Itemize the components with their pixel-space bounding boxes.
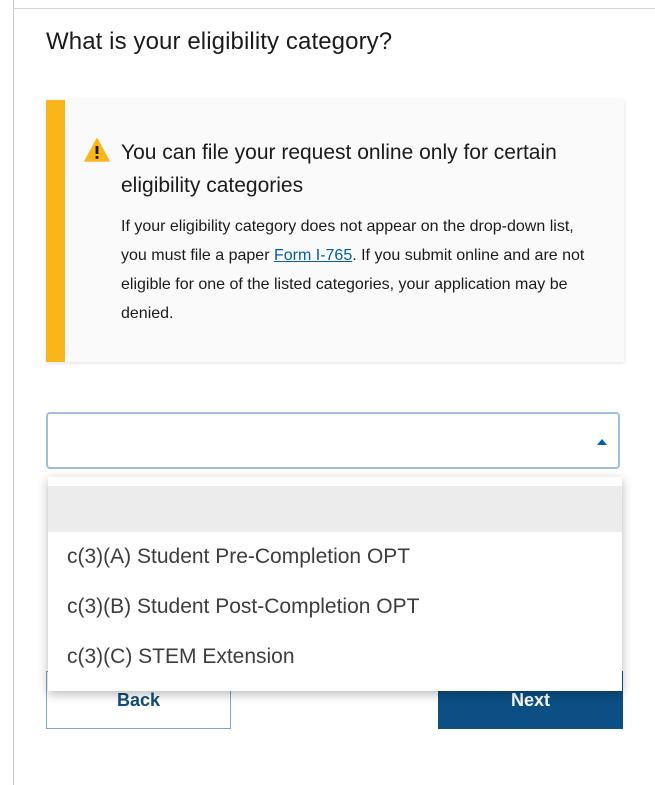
caret-up-icon[interactable]	[597, 439, 607, 445]
alert-body: If your eligibility category does not ap…	[121, 212, 591, 328]
eligibility-dropdown-list: c(3)(A) Student Pre-Completion OPT c(3)(…	[48, 477, 622, 691]
page-title: What is your eligibility category?	[46, 28, 393, 55]
page-left-border	[13, 0, 14, 785]
dropdown-option-c3c[interactable]: c(3)(C) STEM Extension	[48, 632, 622, 682]
alert-heading: You can file your request online only fo…	[121, 141, 557, 197]
warning-icon	[84, 138, 110, 162]
eligibility-category-select[interactable]	[46, 412, 620, 469]
dropdown-option-c3a[interactable]: c(3)(A) Student Pre-Completion OPT	[48, 532, 622, 582]
page-top-border	[13, 8, 655, 9]
alert-accent-bar	[46, 100, 65, 362]
form-i765-link[interactable]: Form I-765	[274, 247, 352, 264]
dropdown-option-empty[interactable]	[48, 486, 622, 532]
warning-alert: You can file your request online only fo…	[46, 100, 624, 362]
dropdown-option-c3b[interactable]: c(3)(B) Student Post-Completion OPT	[48, 582, 622, 632]
